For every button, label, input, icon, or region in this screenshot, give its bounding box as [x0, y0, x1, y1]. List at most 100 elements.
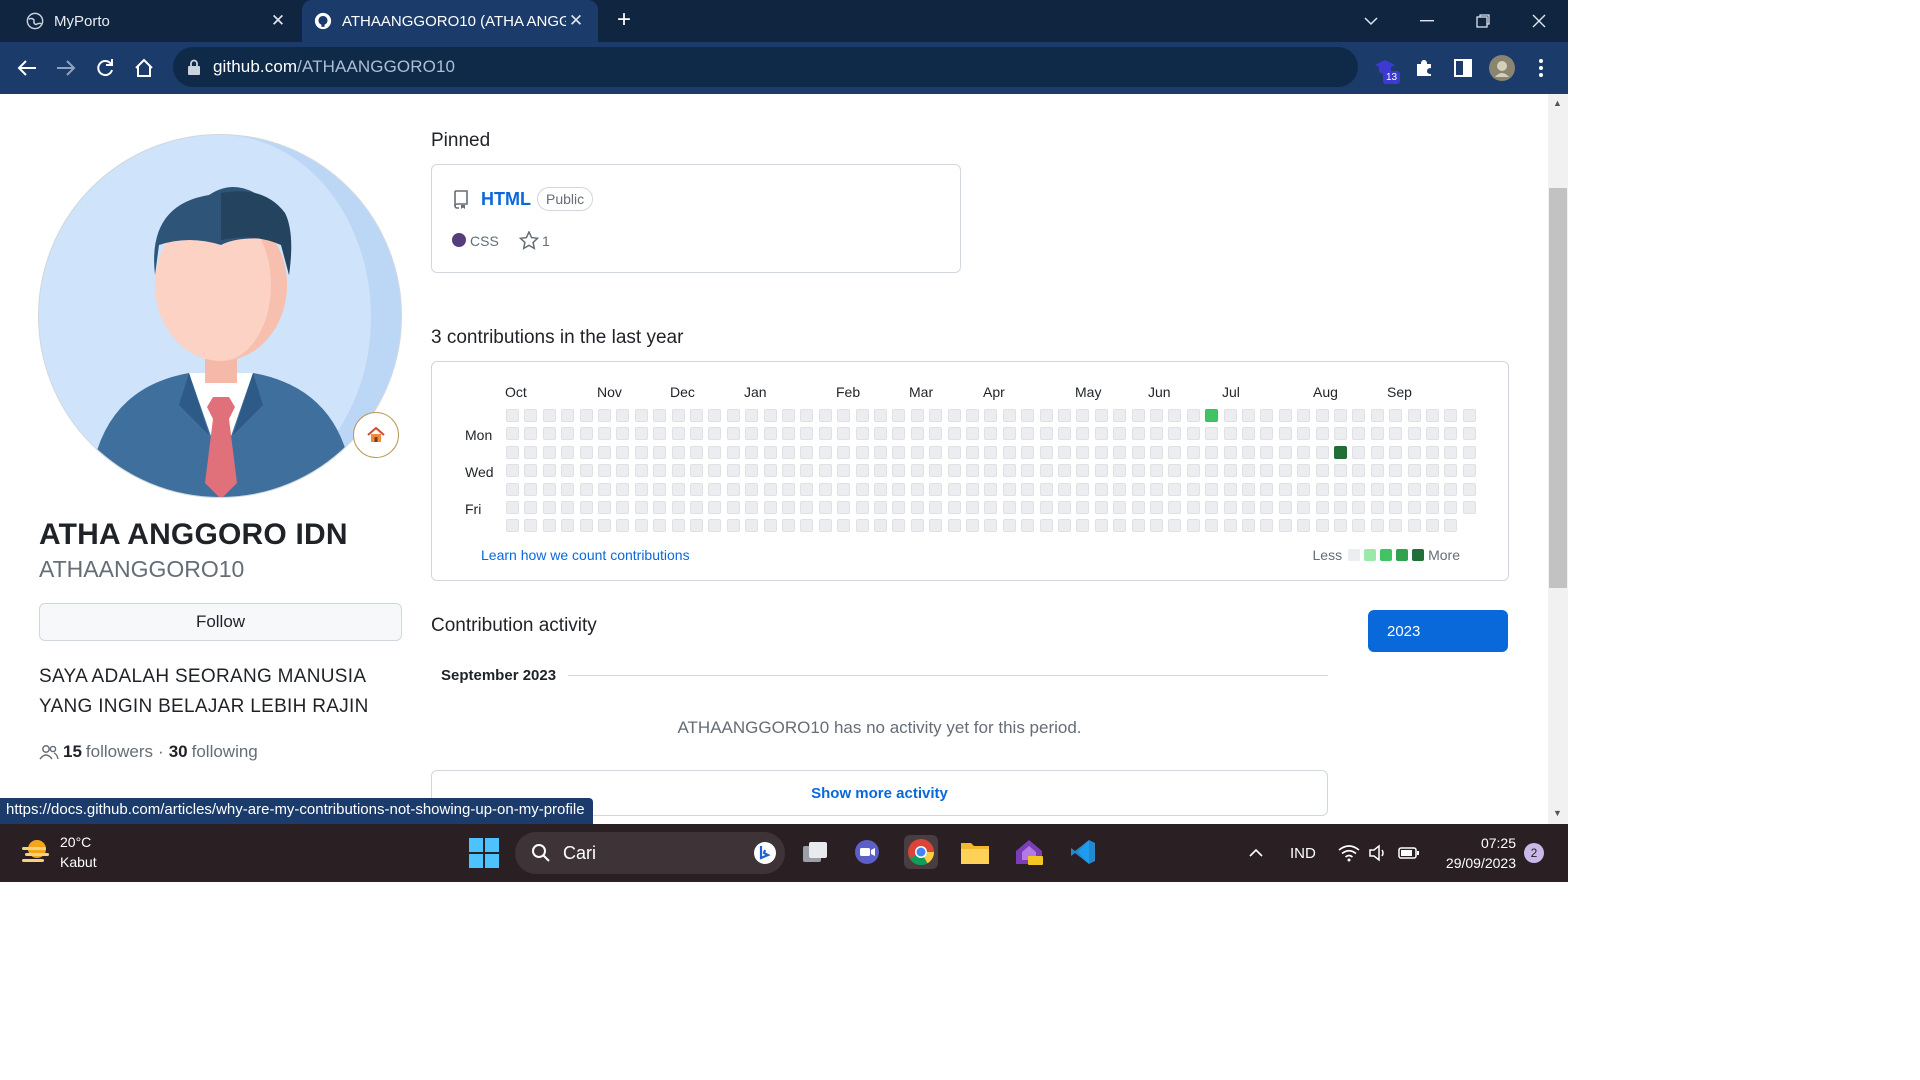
battery-icon[interactable]	[1398, 824, 1420, 882]
contribution-day-cell[interactable]	[966, 519, 979, 533]
contribution-day-cell[interactable]	[506, 409, 519, 422]
contribution-day-cell[interactable]	[1444, 445, 1458, 459]
followers-link[interactable]: 15 followers	[63, 742, 153, 762]
contribution-day-cell[interactable]	[708, 445, 722, 459]
contribution-day-cell[interactable]	[598, 482, 611, 496]
contribution-day-cell[interactable]	[1039, 519, 1053, 533]
contribution-day-cell[interactable]	[524, 409, 538, 422]
contribution-day-cell[interactable]	[1407, 501, 1421, 514]
contribution-day-cell[interactable]	[1094, 501, 1108, 514]
contribution-day-cell[interactable]	[855, 445, 869, 459]
profile-avatar[interactable]	[38, 134, 402, 498]
contribution-day-cell[interactable]	[634, 409, 648, 422]
contribution-day-cell[interactable]	[1076, 519, 1090, 533]
contribution-day-cell[interactable]	[929, 409, 943, 422]
contribution-day-cell[interactable]	[1278, 464, 1292, 478]
contribution-day-cell[interactable]	[1168, 427, 1182, 441]
contribution-day-cell[interactable]	[1168, 482, 1182, 496]
contribution-day-cell[interactable]	[892, 427, 906, 441]
contribution-day-cell[interactable]	[634, 464, 648, 478]
contribution-day-cell[interactable]	[1113, 409, 1127, 422]
contribution-day-cell[interactable]	[947, 482, 961, 496]
contribution-day-cell[interactable]	[910, 445, 924, 459]
contribution-day-cell[interactable]	[1407, 519, 1421, 533]
contribution-day-cell[interactable]	[1352, 482, 1366, 496]
contribution-day-cell[interactable]	[561, 501, 575, 514]
tab-search-chevron-icon[interactable]	[1348, 0, 1394, 42]
minimize-icon[interactable]	[1404, 0, 1450, 42]
contribution-day-cell[interactable]	[782, 519, 795, 533]
contribution-day-cell[interactable]	[1186, 445, 1200, 459]
contribution-day-cell[interactable]	[524, 445, 538, 459]
contribution-day-cell[interactable]	[579, 409, 593, 422]
contribution-day-cell[interactable]	[1462, 445, 1476, 459]
contribution-day-cell[interactable]	[542, 409, 556, 422]
contribution-day-cell[interactable]	[1297, 445, 1311, 459]
contribution-day-cell[interactable]	[1002, 519, 1016, 533]
contribution-day-cell[interactable]	[1002, 445, 1016, 459]
contribution-day-cell[interactable]	[598, 409, 611, 422]
contribution-day-cell[interactable]	[1278, 409, 1292, 422]
contribution-day-cell[interactable]	[1407, 427, 1421, 441]
contribution-day-cell[interactable]	[1039, 409, 1053, 422]
contribution-day-cell[interactable]	[1150, 519, 1163, 533]
contribution-day-cell[interactable]	[1150, 464, 1163, 478]
teams-chat-icon[interactable]	[850, 835, 884, 869]
contribution-day-cell[interactable]	[1021, 427, 1035, 441]
contribution-day-cell[interactable]	[671, 519, 685, 533]
contribution-day-cell[interactable]	[1242, 501, 1255, 514]
contribution-day-cell[interactable]	[1278, 519, 1292, 533]
task-view-icon[interactable]	[798, 835, 832, 869]
contribution-day-cell[interactable]	[745, 409, 759, 422]
contribution-day-cell[interactable]	[874, 464, 887, 478]
contribution-day-cell[interactable]	[1113, 445, 1127, 459]
page-scrollbar[interactable]: ▲ ▼	[1548, 94, 1568, 824]
contribution-day-cell[interactable]	[1407, 482, 1421, 496]
contribution-day-cell[interactable]	[966, 464, 979, 478]
contribution-day-cell[interactable]	[1002, 482, 1016, 496]
contribution-day-cell[interactable]	[1297, 464, 1311, 478]
contribution-day-cell[interactable]	[1150, 409, 1163, 422]
contribution-day-cell[interactable]	[984, 427, 998, 441]
contribution-day-cell[interactable]	[892, 519, 906, 533]
contribution-day-cell[interactable]	[653, 427, 667, 441]
contribution-day-cell[interactable]	[966, 501, 979, 514]
contribution-day-cell[interactable]	[506, 445, 519, 459]
contribution-day-cell[interactable]	[837, 482, 851, 496]
contribution-day-cell[interactable]	[616, 445, 630, 459]
contribution-day-cell[interactable]	[524, 427, 538, 441]
contribution-day-cell[interactable]	[561, 409, 575, 422]
wifi-icon[interactable]	[1338, 824, 1360, 882]
contribution-day-cell[interactable]	[1131, 464, 1145, 478]
contribution-day-cell[interactable]	[1426, 427, 1439, 441]
contribution-day-cell[interactable]	[1076, 409, 1090, 422]
contribution-day-cell[interactable]	[1444, 409, 1458, 422]
contribution-day-cell[interactable]	[1297, 409, 1311, 422]
contribution-day-cell[interactable]	[1002, 501, 1016, 514]
contribution-day-cell[interactable]	[561, 445, 575, 459]
contribution-day-cell[interactable]	[708, 482, 722, 496]
contribution-day-cell[interactable]	[947, 427, 961, 441]
contribution-day-cell[interactable]	[855, 464, 869, 478]
contribution-day-cell[interactable]	[910, 519, 924, 533]
contribution-day-cell[interactable]	[1094, 445, 1108, 459]
vscode-icon[interactable]	[1066, 835, 1100, 869]
contribution-day-cell[interactable]	[1223, 482, 1237, 496]
contribution-day-cell[interactable]	[561, 464, 575, 478]
contribution-day-cell[interactable]	[1205, 464, 1219, 478]
contribution-day-cell[interactable]	[745, 519, 759, 533]
contribution-day-cell[interactable]	[1242, 445, 1255, 459]
contribution-day-cell[interactable]	[1094, 464, 1108, 478]
contribution-day-cell[interactable]	[1094, 409, 1108, 422]
weather-widget[interactable]: 20°C Kabut	[20, 832, 97, 872]
contribution-day-cell[interactable]	[855, 501, 869, 514]
contribution-day-cell[interactable]	[910, 409, 924, 422]
contribution-day-cell[interactable]	[579, 519, 593, 533]
contribution-day-cell[interactable]	[1334, 427, 1347, 441]
contribution-day-cell[interactable]	[892, 445, 906, 459]
contribution-day-cell[interactable]	[616, 482, 630, 496]
contribution-day-cell[interactable]	[1426, 482, 1439, 496]
contribution-day-cell[interactable]	[708, 409, 722, 422]
contribution-day-cell[interactable]	[1315, 482, 1329, 496]
contribution-day-cell[interactable]	[616, 501, 630, 514]
